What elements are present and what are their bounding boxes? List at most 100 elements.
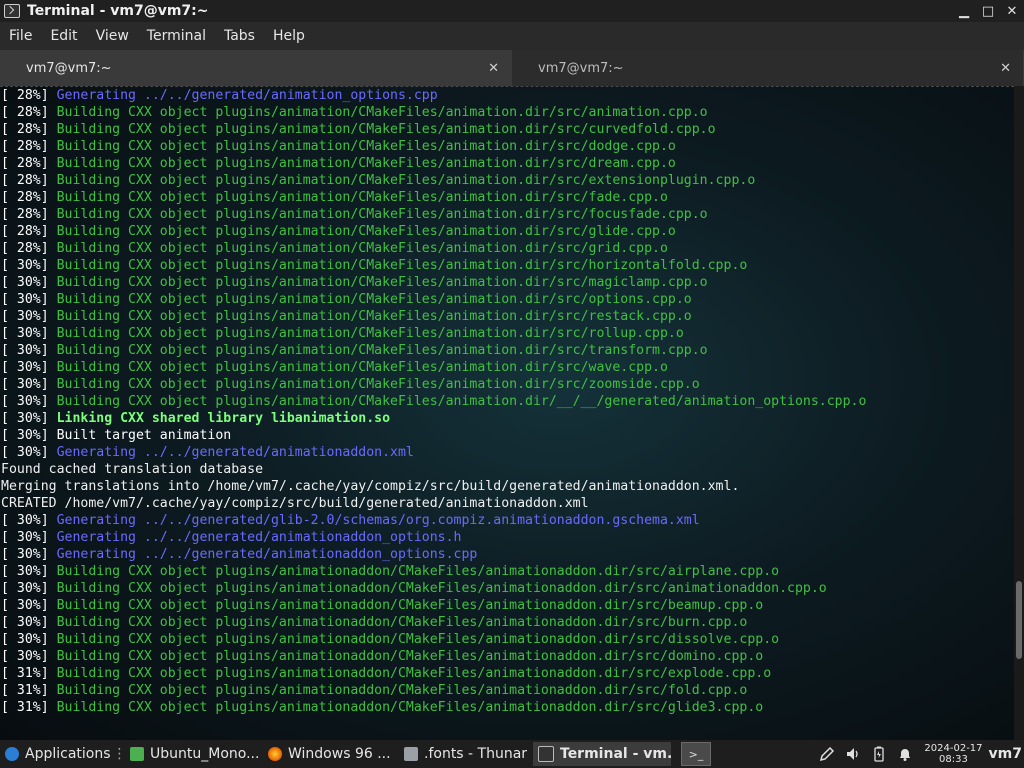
taskbar-item-label: .fonts - Thunar [424, 746, 528, 762]
progress-percent: [ 30%] [1, 530, 57, 545]
notification-bell-icon[interactable] [897, 746, 913, 762]
progress-percent: [ 30%] [1, 377, 57, 392]
terminal-line: [ 30%] Building CXX object plugins/anima… [0, 393, 1014, 410]
tab-bar: vm7@vm7:~ ✕ vm7@vm7:~ ✕ [0, 50, 1024, 86]
ubuntu-mono-icon [130, 747, 144, 761]
terminal-line: [ 30%] Building CXX object plugins/anima… [0, 648, 1014, 665]
terminal-line: [ 30%] Building CXX object plugins/anima… [0, 291, 1014, 308]
terminal-line-text: Linking CXX shared library libanimation.… [56, 411, 391, 426]
pen-icon[interactable] [819, 746, 835, 762]
terminal-line: [ 28%] Building CXX object plugins/anima… [0, 206, 1014, 223]
taskbar-item-windows96[interactable]: Windows 96 ... [263, 742, 399, 766]
window-title: Terminal - vm7@vm7:~ [27, 3, 209, 19]
terminal-line-text: Building CXX object plugins/animation/CM… [56, 241, 668, 256]
terminal-line: CREATED /home/vm7/.cache/yay/compiz/src/… [0, 495, 1014, 512]
taskbar-item-label: Ubuntu_Mono... [150, 746, 260, 762]
terminal-line: [ 28%] Generating ../../generated/animat… [0, 87, 1014, 104]
terminal-line-text: Generating ../../generated/animationaddo… [56, 547, 478, 562]
progress-percent: [ 30%] [1, 598, 57, 613]
terminal-line: [ 28%] Building CXX object plugins/anima… [0, 240, 1014, 257]
close-button[interactable]: ✕ [1000, 0, 1024, 22]
progress-percent: [ 28%] [1, 88, 57, 103]
minimize-button[interactable]: ▁ [952, 0, 976, 22]
progress-percent: [ 28%] [1, 105, 57, 120]
progress-percent: [ 31%] [1, 666, 57, 681]
terminal-line-text: Building CXX object plugins/animationadd… [56, 649, 764, 664]
menu-edit[interactable]: Edit [41, 28, 86, 44]
progress-percent: [ 30%] [1, 343, 57, 358]
progress-percent: [ 28%] [1, 122, 57, 137]
terminal-icon [4, 4, 20, 18]
terminal-line: [ 30%] Building CXX object plugins/anima… [0, 631, 1014, 648]
progress-percent: [ 30%] [1, 309, 57, 324]
progress-percent: [ 30%] [1, 547, 57, 562]
menu-tabs[interactable]: Tabs [215, 28, 264, 44]
terminal-line-text: Building CXX object plugins/animation/CM… [56, 139, 676, 154]
menu-terminal[interactable]: Terminal [138, 28, 215, 44]
menu-view[interactable]: View [87, 28, 138, 44]
maximize-button[interactable]: □ [976, 0, 1000, 22]
terminal-output[interactable]: [ 28%] Generating ../../generated/animat… [0, 86, 1014, 741]
progress-percent: [ 28%] [1, 156, 57, 171]
terminal-line: [ 30%] Generating ../../generated/glib-2… [0, 512, 1014, 529]
window-titlebar[interactable]: Terminal - vm7@vm7:~ ▁ □ ✕ [0, 0, 1024, 22]
terminal-line-text: Building CXX object plugins/animation/CM… [56, 326, 684, 341]
progress-percent: [ 28%] [1, 190, 57, 205]
taskbar-item-label: Windows 96 ... [288, 746, 391, 762]
terminal-line-text: Building CXX object plugins/animation/CM… [56, 343, 708, 358]
terminal-line: [ 30%] Generating ../../generated/animat… [0, 546, 1014, 563]
terminal-line-text: Building CXX object plugins/animation/CM… [56, 360, 668, 375]
terminal-line-text: Building CXX object plugins/animation/CM… [56, 275, 708, 290]
volume-icon[interactable] [845, 746, 861, 762]
battery-icon[interactable] [871, 746, 887, 762]
terminal-line-text: Building CXX object plugins/animation/CM… [56, 190, 668, 205]
terminal-line-text: Generating ../../generated/animationaddo… [56, 530, 462, 545]
terminal-line: [ 28%] Building CXX object plugins/anima… [0, 121, 1014, 138]
terminal-scrollbar[interactable] [1014, 86, 1024, 740]
scrollbar-thumb[interactable] [1016, 581, 1022, 659]
separator-icon: ⋮ [112, 746, 125, 762]
terminal-line-text: Building CXX object plugins/animationadd… [56, 700, 764, 715]
terminal-line: [ 28%] Building CXX object plugins/anima… [0, 138, 1014, 155]
terminal-line-text: Found cached translation database [1, 462, 264, 477]
terminal-line: [ 28%] Building CXX object plugins/anima… [0, 104, 1014, 121]
progress-percent: [ 30%] [1, 411, 57, 426]
terminal-line: [ 31%] Building CXX object plugins/anima… [0, 665, 1014, 682]
tab-2[interactable]: vm7@vm7:~ ✕ [512, 50, 1024, 86]
taskbar-item-thunar[interactable]: .fonts - Thunar [399, 742, 533, 766]
terminal-line-text: Generating ../../generated/animationaddo… [56, 445, 414, 460]
progress-percent: [ 30%] [1, 513, 57, 528]
progress-percent: [ 30%] [1, 258, 57, 273]
terminal-line-text: Building CXX object plugins/animationadd… [56, 598, 764, 613]
terminal-line-text: CREATED /home/vm7/.cache/yay/compiz/src/… [1, 496, 589, 511]
terminal-line-text: Building CXX object plugins/animationadd… [56, 666, 772, 681]
terminal-line: [ 30%] Building CXX object plugins/anima… [0, 376, 1014, 393]
taskbar-item-terminal[interactable]: Terminal - vm... [533, 742, 671, 766]
applications-menu-button[interactable]: Applications ⋮ [0, 742, 125, 766]
terminal-line: [ 30%] Building CXX object plugins/anima… [0, 359, 1014, 376]
terminal-line-text: Building CXX object plugins/animation/CM… [56, 122, 716, 137]
terminal-launcher-button[interactable]: >_ [681, 742, 711, 766]
tab-close-icon[interactable]: ✕ [486, 61, 501, 76]
terminal-line-text: Building CXX object plugins/animation/CM… [56, 173, 756, 188]
menu-help[interactable]: Help [264, 28, 314, 44]
tab-1[interactable]: vm7@vm7:~ ✕ [0, 50, 512, 86]
terminal-line: [ 30%] Building CXX object plugins/anima… [0, 325, 1014, 342]
progress-percent: [ 30%] [1, 615, 57, 630]
tab-close-icon[interactable]: ✕ [998, 61, 1013, 76]
terminal-line-text: Building CXX object plugins/animation/CM… [56, 156, 676, 171]
terminal-line-text: Building CXX object plugins/animation/CM… [56, 394, 867, 409]
menu-file[interactable]: File [0, 28, 41, 44]
terminal-line-text: Building CXX object plugins/animation/CM… [56, 292, 692, 307]
terminal-line: [ 30%] Building CXX object plugins/anima… [0, 597, 1014, 614]
terminal-line: [ 28%] Building CXX object plugins/anima… [0, 172, 1014, 189]
progress-percent: [ 30%] [1, 649, 57, 664]
user-menu[interactable]: vm7 [989, 746, 1024, 762]
tab-label: vm7@vm7:~ [26, 60, 112, 76]
clock[interactable]: 2024-02-17 08:33 [924, 743, 982, 765]
progress-percent: [ 30%] [1, 581, 57, 596]
taskbar-item-ubuntu-mono[interactable]: Ubuntu_Mono... [125, 742, 263, 766]
terminal-line-text: Generating ../../generated/glib-2.0/sche… [56, 513, 700, 528]
progress-percent: [ 30%] [1, 445, 57, 460]
progress-percent: [ 31%] [1, 700, 57, 715]
